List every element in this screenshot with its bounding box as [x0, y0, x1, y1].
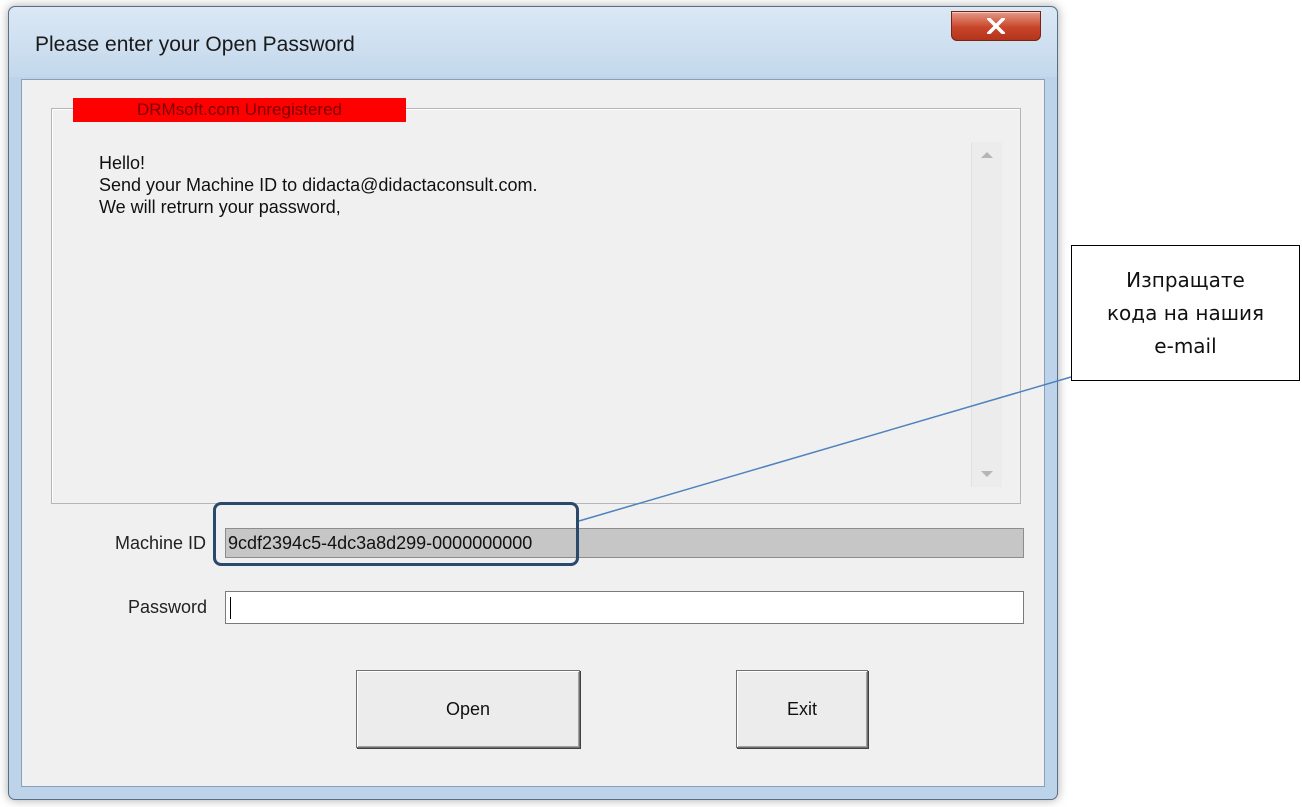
scroll-up-button[interactable] [972, 142, 1002, 168]
callout-line: Изпращате [1126, 267, 1245, 292]
exit-button[interactable]: Exit [736, 670, 868, 748]
chevron-down-icon [981, 471, 993, 477]
message-line: Hello! [99, 153, 146, 173]
callout-line: кода на нашия [1106, 300, 1265, 325]
message-text: Hello! Send your Machine ID to didacta@d… [99, 152, 538, 218]
scroll-down-button[interactable] [972, 461, 1002, 487]
message-textarea[interactable]: Hello! Send your Machine ID to didacta@d… [67, 142, 1002, 487]
message-line: Send your Machine ID to didacta@didactac… [99, 175, 538, 195]
chevron-up-icon [981, 152, 993, 158]
vertical-scrollbar[interactable] [971, 142, 1002, 487]
open-button[interactable]: Open [356, 670, 580, 748]
machine-id-label: Machine ID [115, 533, 207, 553]
password-dialog: Please enter your Open Password DRMsoft.… [8, 6, 1058, 800]
callout-text: Изпращате кода на нашия e-mail [1107, 264, 1264, 363]
message-groupbox: DRMsoft.com Unregistered Hello! Send you… [51, 98, 1021, 504]
window-title: Please enter your Open Password [35, 33, 355, 56]
machine-id-highlight [213, 502, 579, 566]
message-line: We will retrurn your password, [99, 197, 341, 217]
password-label: Password [128, 597, 208, 617]
registration-status-label: DRMsoft.com Unregistered [73, 98, 406, 122]
screenshot-page: Please enter your Open Password DRMsoft.… [0, 0, 1302, 807]
callout-box: Изпращате кода на нашия e-mail [1071, 245, 1300, 381]
dialog-client-area: DRMsoft.com Unregistered Hello! Send you… [21, 79, 1045, 787]
close-icon [987, 18, 1005, 34]
title-bar: Please enter your Open Password [9, 7, 1057, 77]
password-field[interactable] [225, 591, 1024, 624]
close-button[interactable] [951, 11, 1041, 41]
text-caret [230, 597, 231, 619]
callout-line: e-mail [1154, 333, 1217, 358]
